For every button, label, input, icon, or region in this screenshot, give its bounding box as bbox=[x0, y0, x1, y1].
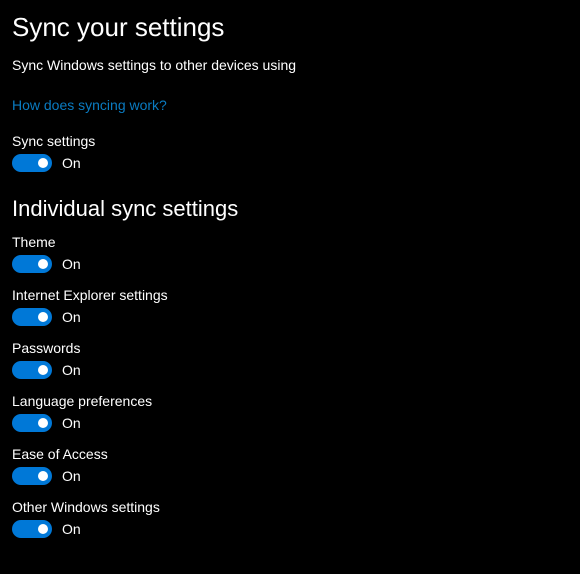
toggle-knob bbox=[38, 259, 48, 269]
sync-settings-label: Sync settings bbox=[12, 133, 568, 149]
theme-group: Theme On bbox=[12, 234, 568, 273]
help-link[interactable]: How does syncing work? bbox=[12, 97, 167, 113]
other-windows-group: Other Windows settings On bbox=[12, 499, 568, 538]
passwords-state: On bbox=[62, 362, 81, 378]
ease-of-access-label: Ease of Access bbox=[12, 446, 568, 462]
ie-settings-toggle-row: On bbox=[12, 308, 568, 326]
language-group: Language preferences On bbox=[12, 393, 568, 432]
ie-settings-label: Internet Explorer settings bbox=[12, 287, 568, 303]
toggle-knob bbox=[38, 524, 48, 534]
sync-settings-toggle-row: On bbox=[12, 154, 568, 172]
ease-of-access-state: On bbox=[62, 468, 81, 484]
language-toggle-row: On bbox=[12, 414, 568, 432]
toggle-knob bbox=[38, 418, 48, 428]
toggle-knob bbox=[38, 471, 48, 481]
passwords-label: Passwords bbox=[12, 340, 568, 356]
passwords-group: Passwords On bbox=[12, 340, 568, 379]
toggle-knob bbox=[38, 158, 48, 168]
language-toggle[interactable] bbox=[12, 414, 52, 432]
ie-settings-group: Internet Explorer settings On bbox=[12, 287, 568, 326]
theme-label: Theme bbox=[12, 234, 568, 250]
other-windows-toggle-row: On bbox=[12, 520, 568, 538]
sync-description: Sync Windows settings to other devices u… bbox=[12, 57, 568, 73]
page-title: Sync your settings bbox=[12, 12, 568, 43]
ease-of-access-group: Ease of Access On bbox=[12, 446, 568, 485]
sync-settings-state: On bbox=[62, 155, 81, 171]
theme-toggle[interactable] bbox=[12, 255, 52, 273]
theme-toggle-row: On bbox=[12, 255, 568, 273]
other-windows-state: On bbox=[62, 521, 81, 537]
other-windows-toggle[interactable] bbox=[12, 520, 52, 538]
passwords-toggle-row: On bbox=[12, 361, 568, 379]
ease-of-access-toggle-row: On bbox=[12, 467, 568, 485]
ie-settings-toggle[interactable] bbox=[12, 308, 52, 326]
ie-settings-state: On bbox=[62, 309, 81, 325]
other-windows-label: Other Windows settings bbox=[12, 499, 568, 515]
sync-settings-toggle[interactable] bbox=[12, 154, 52, 172]
passwords-toggle[interactable] bbox=[12, 361, 52, 379]
language-state: On bbox=[62, 415, 81, 431]
ease-of-access-toggle[interactable] bbox=[12, 467, 52, 485]
toggle-knob bbox=[38, 312, 48, 322]
theme-state: On bbox=[62, 256, 81, 272]
toggle-knob bbox=[38, 365, 48, 375]
sync-settings-group: Sync settings On bbox=[12, 133, 568, 172]
language-label: Language preferences bbox=[12, 393, 568, 409]
individual-section-title: Individual sync settings bbox=[12, 196, 568, 222]
